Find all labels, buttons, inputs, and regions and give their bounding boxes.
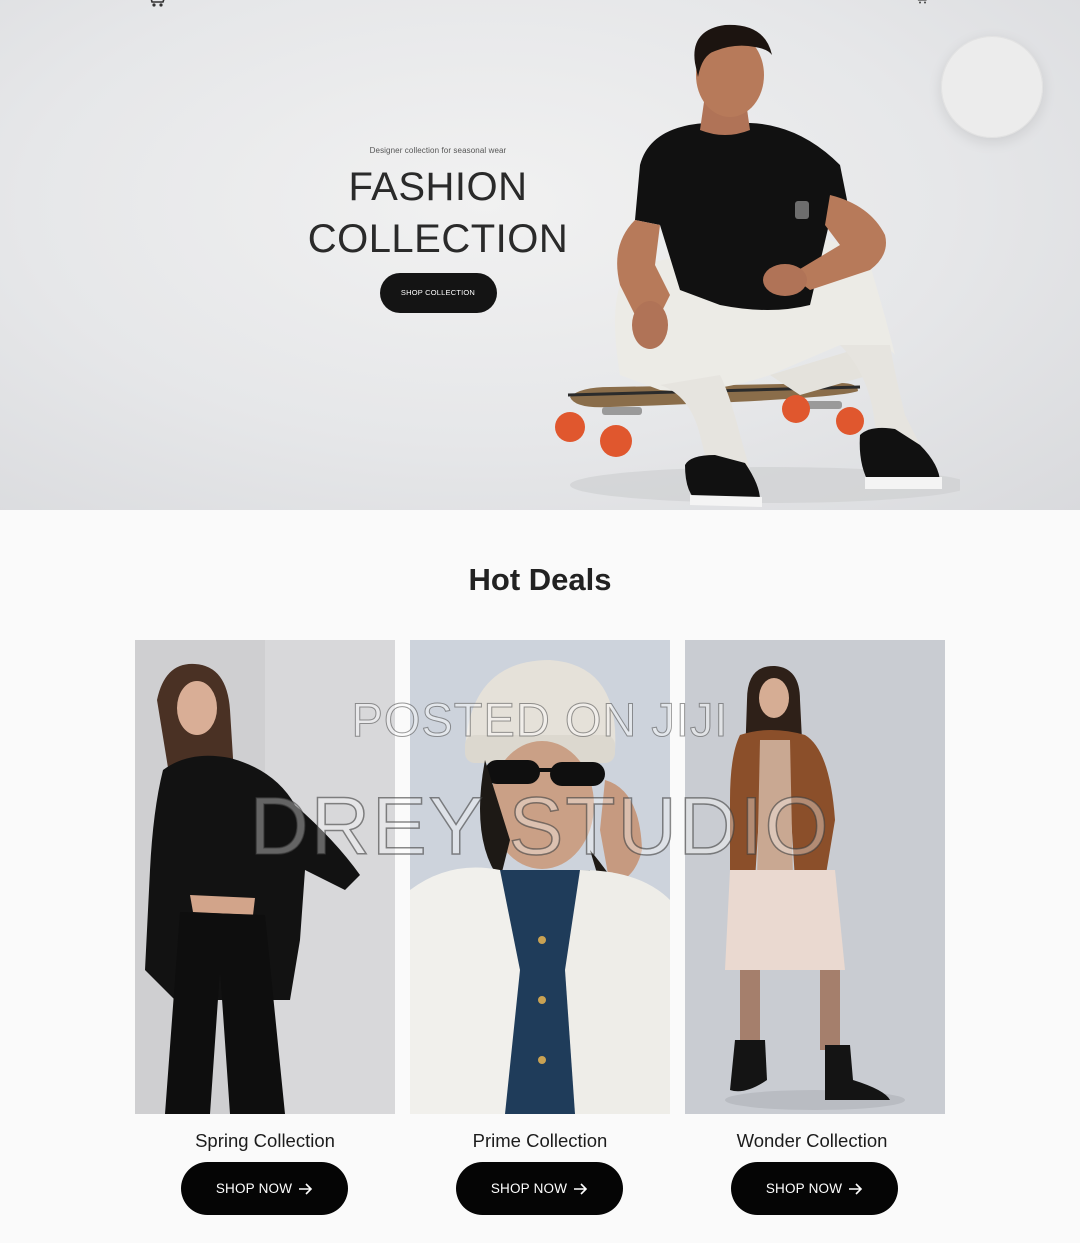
hero-text-block: Designer collection for seasonal wear FA… bbox=[300, 146, 576, 313]
hero-banner: Designer collection for seasonal wear FA… bbox=[0, 0, 1080, 510]
hero-model-image bbox=[555, 24, 960, 507]
spring-collection-image[interactable] bbox=[135, 640, 395, 1114]
card-label: Wonder Collection bbox=[736, 1130, 888, 1151]
hero-title-line1: FASHION bbox=[348, 165, 528, 209]
card-label: Spring Collection bbox=[195, 1130, 335, 1151]
shop-now-label: SHOP NOW bbox=[490, 1181, 568, 1196]
prime-collection-image[interactable] bbox=[410, 640, 670, 1114]
shop-now-label: SHOP NOW bbox=[765, 1181, 843, 1196]
cart-icon[interactable] bbox=[146, 0, 168, 8]
shop-now-label: SHOP NOW bbox=[215, 1181, 293, 1196]
shop-collection-button[interactable]: SHOP COLLECTION bbox=[379, 273, 497, 313]
spring-shop-now-button[interactable]: SHOP NOW bbox=[181, 1162, 348, 1215]
wonder-shop-now-button[interactable]: SHOP NOW bbox=[731, 1162, 898, 1215]
hero-tagline: Designer collection for seasonal wear bbox=[369, 146, 507, 155]
card-label: Prime Collection bbox=[472, 1130, 608, 1151]
prime-shop-now-button[interactable]: SHOP NOW bbox=[456, 1162, 623, 1215]
arrow-right-icon bbox=[849, 1182, 863, 1195]
cart-icon[interactable] bbox=[914, 0, 930, 4]
arrow-right-icon bbox=[299, 1182, 313, 1195]
wonder-collection-image[interactable] bbox=[685, 640, 945, 1114]
hot-deals-title: Hot Deals bbox=[468, 562, 612, 597]
arrow-right-icon bbox=[574, 1182, 588, 1195]
hero-title-line2: COLLECTION bbox=[307, 217, 569, 261]
hero-title: FASHION COLLECTION bbox=[300, 161, 576, 265]
